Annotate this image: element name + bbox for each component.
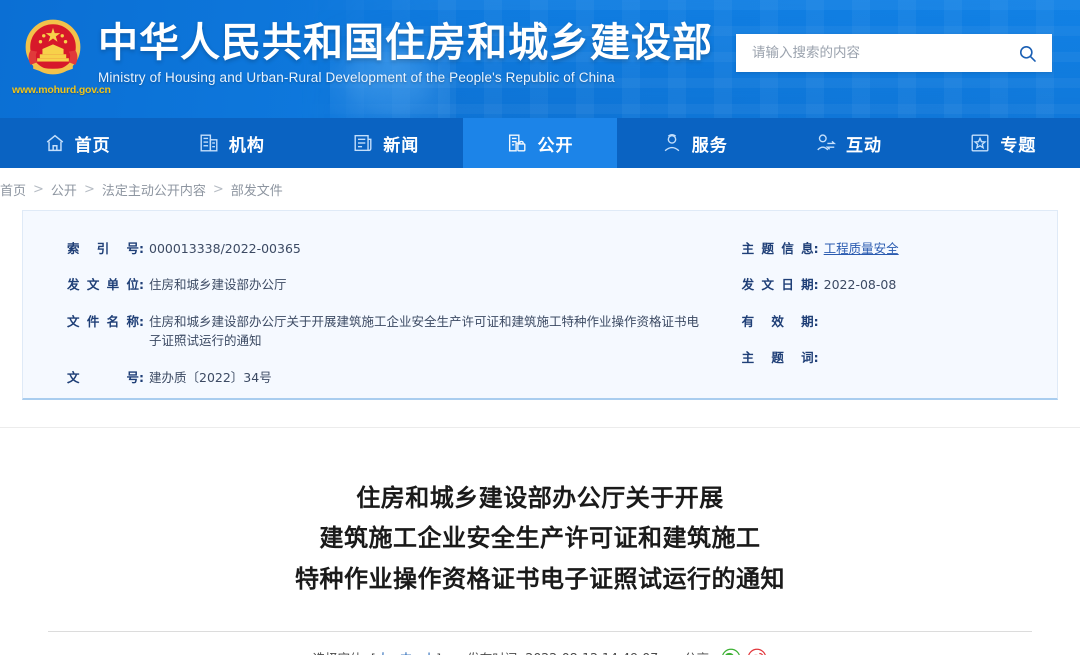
nav-item-interaction[interactable]: 互动 [771,118,925,168]
font-size-large-button[interactable]: 大 [376,651,391,655]
metadata-row-index-number: 索引号 : 000013338/2022-00365 [67,239,712,258]
metadata-label: 索引号 [67,239,139,258]
metadata-value-document-number: 建办质〔2022〕34号 [149,368,712,387]
nav-label-disclosure: 公开 [537,131,573,156]
metadata-value-index-number: 000013338/2022-00365 [149,239,712,258]
article-footer-bar: 选择字体: [大-中-小] 发布时间: 2022-08-12 14:49:07 … [48,631,1032,655]
breadcrumb-item-3[interactable]: 法定主动公开内容 [102,180,206,199]
metadata-colon: : [814,239,819,258]
site-title-en: Ministry of Housing and Urban-Rural Deve… [98,70,713,85]
metadata-row-validity-period: 有效期 : [742,312,1057,331]
breadcrumb-separator: > [84,182,95,197]
nav-item-news[interactable]: 新闻 [309,118,463,168]
article-title-line-2: 建筑施工企业安全生产许可证和建筑施工 [0,518,1080,558]
metadata-value-issuing-unit: 住房和城乡建设部办公厅 [149,275,712,294]
font-size-control: 选择字体: [大-中-小] [313,648,442,655]
breadcrumb-item-2[interactable]: 公开 [51,180,77,199]
metadata-row-subject-terms: 主题词 : [742,348,1057,367]
main-navigation: 首页 机构 新闻 公开 [0,118,1080,168]
newspaper-icon [352,132,374,154]
font-size-label: 选择字体: [313,648,367,655]
metadata-colon: : [814,348,819,367]
metadata-row-topic-info: 主题信息 : 工程质量安全 [742,239,1057,258]
user-exchange-icon [815,132,837,154]
metadata-value-topic-info[interactable]: 工程质量安全 [824,239,1057,258]
metadata-column-left: 索引号 : 000013338/2022-00365 发文单位 : 住房和城乡建… [23,235,712,398]
metadata-label: 发文单位 [67,275,139,294]
font-size-medium-button[interactable]: 中 [399,651,414,655]
metadata-column-right: 主题信息 : 工程质量安全 发文日期 : 2022-08-08 有效期 : 主题… [712,235,1057,398]
metadata-label: 主题词 [742,348,814,367]
font-size-separator: - [413,651,422,655]
publish-time-block: 发布时间: 2022-08-12 14:49:07 [467,648,658,655]
metadata-colon: : [139,368,144,387]
bracket-close: ] [436,651,441,655]
metadata-label: 主题信息 [742,239,814,258]
metadata-value-issue-date: 2022-08-08 [824,275,1057,294]
font-size-small-button[interactable]: 小 [422,651,437,655]
building-icon [198,132,220,154]
breadcrumb-separator: > [213,182,224,197]
font-size-options: [大-中-小] [371,648,441,655]
metadata-label: 有效期 [742,312,814,331]
metadata-row-issuing-unit: 发文单位 : 住房和城乡建设部办公厅 [67,275,712,294]
metadata-colon: : [139,275,144,294]
nav-item-disclosure[interactable]: 公开 [463,118,617,168]
metadata-row-document-name: 文件名称 : 住房和城乡建设部办公厅关于开展建筑施工企业安全生产许可证和建筑施工… [67,312,712,351]
font-size-separator: - [390,651,399,655]
weibo-icon[interactable] [747,648,767,655]
breadcrumb-separator: > [33,182,44,197]
metadata-label: 发文日期 [742,275,814,294]
header-title-block: 中华人民共和国住房和城乡建设部 Ministry of Housing and … [98,22,713,85]
breadcrumb-item-1[interactable]: 首页 [0,180,26,199]
publish-time-value: 2022-08-12 14:49:07 [525,650,658,655]
metadata-value-document-name: 住房和城乡建设部办公厅关于开展建筑施工企业安全生产许可证和建筑施工特种作业操作资… [149,312,709,351]
metadata-row-issue-date: 发文日期 : 2022-08-08 [742,275,1057,294]
breadcrumb: 首页 > 公开 > 法定主动公开内容 > 部发文件 [0,168,1080,210]
breadcrumb-item-4[interactable]: 部发文件 [231,180,283,199]
nav-label-home: 首页 [75,131,111,156]
nav-item-topics[interactable]: 专题 [926,118,1080,168]
wechat-icon[interactable] [721,648,741,655]
metadata-colon: : [814,275,819,294]
nav-item-organization[interactable]: 机构 [154,118,308,168]
china-national-emblem-icon [20,16,86,82]
document-metadata-panel: 索引号 : 000013338/2022-00365 发文单位 : 住房和城乡建… [22,210,1058,400]
metadata-colon: : [139,312,144,331]
nav-item-home[interactable]: 首页 [0,118,154,168]
star-box-icon [969,132,991,154]
share-block: 分享: [684,648,767,655]
nav-item-service[interactable]: 服务 [617,118,771,168]
search-input[interactable] [752,45,1014,61]
home-icon [44,132,66,154]
document-lock-icon [506,132,528,154]
nav-label-service: 服务 [692,131,728,156]
metadata-colon: : [814,312,819,331]
nav-label-news: 新闻 [383,131,419,156]
bracket-open: [ [371,651,376,655]
nav-label-organization: 机构 [229,131,265,156]
site-header: www.mohurd.gov.cn 中华人民共和国住房和城乡建设部 Minist… [0,0,1080,118]
emblem-block: www.mohurd.gov.cn [12,16,94,96]
search-icon [1018,44,1037,63]
article-container: 住房和城乡建设部办公厅关于开展 建筑施工企业安全生产许可证和建筑施工 特种作业操… [0,427,1080,655]
metadata-colon: : [139,239,144,258]
metadata-row-document-number: 文号 : 建办质〔2022〕34号 [67,368,712,387]
article-title: 住房和城乡建设部办公厅关于开展 建筑施工企业安全生产许可证和建筑施工 特种作业操… [0,454,1080,599]
nav-label-topics: 专题 [1000,131,1036,156]
share-icon-group [721,648,767,655]
metadata-label: 文号 [67,368,139,387]
user-service-icon [661,132,683,154]
site-url-label: www.mohurd.gov.cn [12,84,94,96]
metadata-label: 文件名称 [67,312,139,331]
share-label: 分享: [684,648,713,655]
site-title-cn: 中华人民共和国住房和城乡建设部 [98,22,713,65]
article-title-line-3: 特种作业操作资格证书电子证照试运行的通知 [0,559,1080,599]
search-box[interactable] [736,34,1052,72]
search-button[interactable] [1014,40,1040,66]
nav-label-interaction: 互动 [846,131,882,156]
article-title-line-1: 住房和城乡建设部办公厅关于开展 [0,478,1080,518]
publish-time-label: 发布时间: [467,648,521,655]
